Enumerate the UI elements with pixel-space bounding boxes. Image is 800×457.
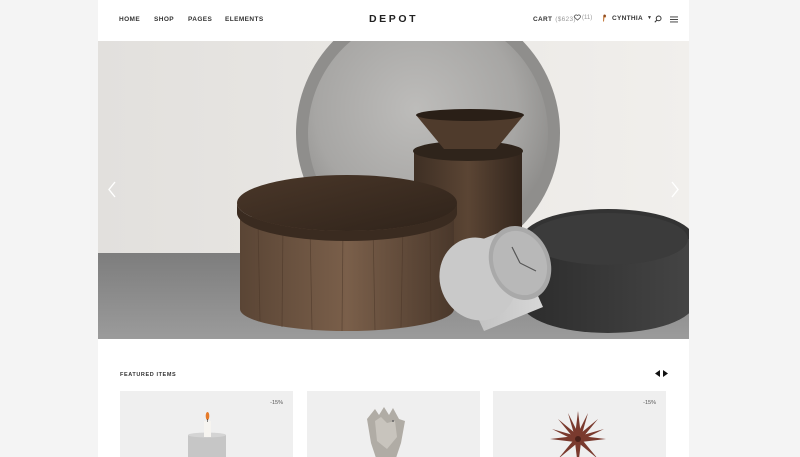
wishlist-count: (11) xyxy=(582,14,593,21)
nav-shop[interactable]: SHOP xyxy=(154,16,174,23)
heart-icon xyxy=(574,14,581,21)
star-clock-image xyxy=(550,411,606,457)
cart-link[interactable]: CART ($623) xyxy=(533,16,576,23)
candle-image xyxy=(188,412,226,457)
search-icon[interactable] xyxy=(654,15,662,23)
rooster-figurine-image xyxy=(367,407,405,457)
avatar xyxy=(603,14,607,22)
menu-icon[interactable] xyxy=(670,16,678,23)
nav-pages[interactable]: PAGES xyxy=(188,16,212,23)
featured-items-title: FEATURED ITEMS xyxy=(120,372,177,378)
chevron-down-icon: ▼ xyxy=(647,15,652,21)
hero-image xyxy=(98,41,689,339)
cart-amount: ($623) xyxy=(555,16,576,23)
user-name: CYNTHIA xyxy=(612,14,643,22)
carousel-nav xyxy=(655,370,668,377)
arrow-right-icon[interactable] xyxy=(663,370,668,377)
cart-label: CART xyxy=(533,16,553,23)
product-card[interactable]: -15% xyxy=(120,391,293,457)
user-menu[interactable]: CYNTHIA ▼ xyxy=(601,14,652,22)
page: HOME SHOP PAGES ELEMENTS DEPOT CART ($623… xyxy=(98,0,689,457)
discount-badge: -15% xyxy=(270,400,283,406)
hero-slider xyxy=(98,41,689,339)
chevron-left-icon[interactable] xyxy=(107,181,117,198)
nav-home[interactable]: HOME xyxy=(119,16,140,23)
site-header: HOME SHOP PAGES ELEMENTS DEPOT CART ($623… xyxy=(98,0,689,41)
chevron-right-icon[interactable] xyxy=(670,181,680,198)
product-card[interactable]: -15% xyxy=(493,391,666,457)
product-card[interactable] xyxy=(307,391,480,457)
discount-badge: -15% xyxy=(643,400,656,406)
arrow-left-icon[interactable] xyxy=(655,370,660,377)
nav-elements[interactable]: ELEMENTS xyxy=(225,16,264,23)
site-logo[interactable]: DEPOT xyxy=(369,13,418,25)
wishlist-link[interactable]: (11) xyxy=(574,14,592,21)
